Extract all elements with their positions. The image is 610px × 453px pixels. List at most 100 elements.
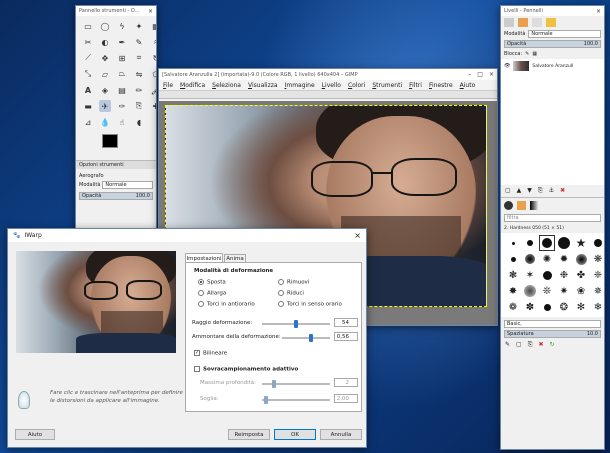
clone-tool-icon[interactable]: ⎘ [133, 100, 145, 112]
airbrush-tool-icon[interactable]: ✈ [99, 100, 111, 112]
blur-tool-icon[interactable]: 💧 [99, 116, 111, 128]
duplicate-layer-icon[interactable]: ⎘ [538, 187, 543, 195]
patterns-tab-icon[interactable] [517, 201, 526, 210]
dodge-burn-tool-icon[interactable]: ◖ [133, 116, 145, 128]
ink-tool-icon[interactable]: ✑ [116, 100, 128, 112]
menu-finestre[interactable]: Finestre [429, 82, 453, 89]
amount-slider-thumb[interactable] [309, 334, 313, 342]
brush-item[interactable]: ✺ [540, 252, 554, 266]
minimize-icon[interactable]: – [468, 71, 471, 78]
close-icon[interactable]: × [148, 8, 153, 15]
tool-options-tab[interactable]: Opzioni strumenti [76, 160, 156, 169]
brush-item[interactable]: ❈ [591, 268, 604, 282]
brush-item[interactable] [523, 284, 537, 298]
visibility-eye-icon[interactable]: 👁 [504, 63, 510, 69]
foreground-color[interactable] [102, 134, 118, 148]
free-select-tool-icon[interactable]: ϟ [116, 20, 128, 32]
flip-tool-icon[interactable]: ⇋ [133, 68, 145, 80]
brush-item[interactable] [506, 252, 520, 266]
radio-torci-orario[interactable]: Torci in senso orario [278, 301, 342, 308]
menu-modifica[interactable]: Modifica [180, 82, 205, 89]
delete-brush-icon[interactable]: ✖ [539, 341, 544, 349]
close-icon[interactable]: × [354, 231, 361, 240]
radius-spinbox[interactable]: 54 [334, 318, 358, 327]
rotate-tool-icon[interactable]: ↻ [150, 52, 156, 64]
anchor-layer-icon[interactable]: ⚓ [549, 187, 554, 195]
color-select-tool-icon[interactable]: ▦ [150, 20, 156, 32]
color-picker-tool-icon[interactable]: ✎ [133, 36, 145, 48]
cancel-button[interactable]: Annulla [320, 429, 362, 440]
brush-item[interactable]: ★ [574, 236, 588, 250]
brush-item[interactable]: ✷ [557, 284, 571, 298]
perspective-tool-icon[interactable]: ⏢ [116, 68, 128, 80]
layer-mode-select[interactable]: Normale [528, 30, 601, 38]
brush-item[interactable]: ✽ [523, 300, 537, 314]
brush-item[interactable]: ❄ [591, 300, 604, 314]
menu-livello[interactable]: Livello [322, 82, 341, 89]
layers-tab-icon[interactable] [504, 18, 514, 27]
brush-item[interactable]: ✶ [523, 268, 537, 282]
fuzzy-select-tool-icon[interactable]: ✦ [133, 20, 145, 32]
supersample-checkbox[interactable]: Sovracampionamento adattivo [194, 366, 298, 373]
brush-item[interactable]: ✻ [574, 300, 588, 314]
menu-strumenti[interactable]: Strumenti [372, 82, 402, 89]
brush-item[interactable] [506, 236, 520, 250]
rect-select-tool-icon[interactable]: ▭ [82, 20, 94, 32]
text-tool-icon[interactable]: A [82, 84, 94, 96]
brush-item[interactable]: ✹ [557, 252, 571, 266]
brush-item[interactable] [523, 252, 537, 266]
close-icon[interactable]: × [596, 8, 601, 15]
move-tool-icon[interactable]: ✥ [99, 52, 111, 64]
smudge-tool-icon[interactable]: ☝ [116, 116, 128, 128]
menu-immagine[interactable]: Immagine [285, 82, 315, 89]
radio-rimuovi[interactable]: Rimuovi [278, 279, 309, 286]
shear-tool-icon[interactable]: ▱ [99, 68, 111, 80]
brush-item[interactable] [523, 236, 537, 250]
menu-file[interactable]: File [163, 82, 173, 89]
layer-opacity-slider[interactable]: Opacità 100.0 [504, 40, 601, 48]
radio-riduci[interactable]: Riduci [278, 290, 304, 297]
foreground-select-tool-icon[interactable]: ◐ [99, 36, 111, 48]
bilinear-checkbox[interactable]: ✓ Bilineare [194, 350, 227, 357]
paintbrush-tool-icon[interactable]: 🖌 [150, 84, 156, 96]
measure-tool-icon[interactable]: ⟋ [82, 52, 94, 64]
color-swatches[interactable] [102, 132, 156, 160]
mode-select[interactable]: Normale [102, 181, 153, 189]
bucket-fill-tool-icon[interactable]: ◈ [99, 84, 111, 96]
brush-item[interactable] [540, 268, 554, 282]
brush-item[interactable] [557, 236, 571, 250]
raise-layer-icon[interactable]: ▲ [517, 187, 522, 195]
pencil-tool-icon[interactable]: ✏ [133, 84, 145, 96]
refresh-brushes-icon[interactable]: ↻ [550, 341, 555, 349]
close-icon[interactable]: × [489, 71, 494, 78]
cage-tool-icon[interactable]: ⬠ [150, 68, 156, 80]
align-tool-icon[interactable]: ⊞ [116, 52, 128, 64]
brush-item[interactable]: ✵ [591, 284, 604, 298]
brush-item[interactable]: ❃ [506, 268, 520, 282]
perspective-clone-tool-icon[interactable]: ⊿ [82, 116, 94, 128]
amount-slider[interactable] [282, 337, 330, 339]
brush-item[interactable]: ❀ [574, 284, 588, 298]
brush-item[interactable]: ❉ [557, 268, 571, 282]
brush-item[interactable]: ❁ [506, 300, 520, 314]
lock-alpha-icon[interactable]: ▦ [532, 51, 537, 57]
help-button[interactable]: Aiuto [15, 429, 55, 440]
brush-item[interactable] [540, 300, 554, 314]
radius-slider-thumb[interactable] [294, 320, 298, 328]
paths-tool-icon[interactable]: ✒ [116, 36, 128, 48]
layer-row[interactable]: 👁 Salvatore Aranzull [501, 59, 604, 73]
toolbox-titlebar[interactable]: Pannello strumenti - O... × [76, 6, 156, 16]
brush-item[interactable] [539, 235, 555, 251]
amount-spinbox[interactable]: 0,56 [334, 332, 358, 341]
gradients-tab-icon[interactable] [530, 201, 539, 210]
ok-button[interactable]: OK [274, 429, 316, 440]
brush-item[interactable] [591, 236, 604, 250]
lock-pixels-icon[interactable]: ✎ [525, 51, 529, 57]
menu-filtri[interactable]: Filtri [409, 82, 422, 89]
zoom-tool-icon[interactable]: ⌕ [150, 36, 156, 48]
ellipse-select-tool-icon[interactable]: ◯ [99, 20, 111, 32]
menu-visualizza[interactable]: Visualizza [248, 82, 278, 89]
heal-tool-icon[interactable]: ✚ [150, 100, 156, 112]
eraser-tool-icon[interactable]: ▬ [82, 100, 94, 112]
brush-item[interactable]: ✸ [506, 284, 520, 298]
